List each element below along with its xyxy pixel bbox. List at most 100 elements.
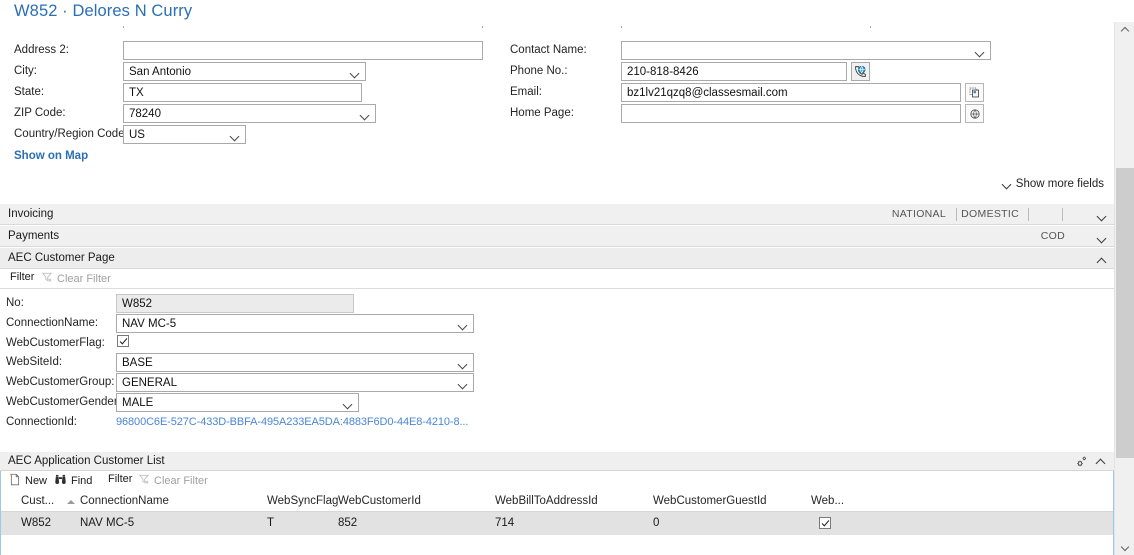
column-header-websyncflag[interactable]: WebSyncFlag <box>267 495 338 507</box>
aec-customer-page-toolbar: Filter Clear Filter <box>0 269 1114 289</box>
column-header-webcustomerguestid[interactable]: WebCustomerGuestId <box>653 495 767 507</box>
field-label: Email: <box>510 86 542 98</box>
phone-globe-icon[interactable] <box>851 62 870 81</box>
list-title: AEC Application Customer List <box>8 455 165 467</box>
contact-field-clipped[interactable] <box>621 26 871 28</box>
show-more-fields-label: Show more fields <box>1016 178 1104 190</box>
group-payments[interactable]: Payments COD <box>0 225 1114 247</box>
country-region-code-input[interactable]: US <box>123 125 246 144</box>
field-label: Contact Name: <box>510 44 587 56</box>
new-button[interactable]: New <box>9 473 47 489</box>
vertical-scrollbar[interactable] <box>1114 22 1134 555</box>
city-input[interactable]: San Antonio <box>123 62 366 81</box>
group-tag-domestic: DOMESTIC <box>961 208 1019 220</box>
list-chevron-up-icon[interactable] <box>1097 458 1104 470</box>
field-label: Address 2: <box>14 44 69 56</box>
clipped-label <box>516 26 519 32</box>
field-state: State: TX <box>14 83 494 103</box>
web-site-id-input[interactable]: BASE <box>116 353 474 372</box>
web-customer-gender-input[interactable]: MALE <box>116 393 359 412</box>
web-customer-group-input[interactable]: GENERAL <box>116 373 474 392</box>
find-button[interactable]: Find <box>54 473 92 488</box>
field-no: No: W852 <box>6 294 486 314</box>
cell-web-customer-id: 852 <box>338 517 357 529</box>
field-label: Phone No.: <box>510 65 568 77</box>
group-invoicing[interactable]: Invoicing NATIONAL DOMESTIC <box>0 203 1114 225</box>
field-home-page: Home Page: <box>510 104 1010 124</box>
field-connection-name: ConnectionName: NAV MC-5 <box>6 314 486 334</box>
gear-icon[interactable] <box>1075 455 1088 471</box>
group-chevron-down-icon[interactable] <box>1098 211 1105 223</box>
field-label: City: <box>14 65 37 77</box>
scrollbar-thumb[interactable] <box>1116 168 1134 458</box>
new-label: New <box>25 475 47 487</box>
scroll-down-arrow-icon[interactable] <box>1115 538 1134 555</box>
column-header-webbilltoaddressid[interactable]: WebBillToAddressId <box>495 495 598 507</box>
field-label: State: <box>14 86 44 98</box>
cell-connection-name: NAV MC-5 <box>80 517 134 529</box>
cell-cust: W852 <box>21 517 51 529</box>
clear-filter-label: Clear Filter <box>57 273 111 285</box>
list-filter-button[interactable]: Filter <box>108 473 132 485</box>
group-chevron-up-icon[interactable] <box>1098 257 1105 269</box>
column-header-cust[interactable]: Cust... <box>21 495 54 507</box>
field-web-customer-group: WebCustomerGroup: GENERAL <box>6 373 486 393</box>
address-2-input[interactable] <box>123 41 483 60</box>
home-page-input[interactable] <box>621 104 961 123</box>
field-country-region-code: Country/Region Code: US <box>14 125 494 145</box>
new-page-icon <box>9 473 21 489</box>
state-input[interactable]: TX <box>123 83 362 102</box>
cell-web-bill-to-address-id: 714 <box>495 517 514 529</box>
group-tag-national: NATIONAL <box>892 208 946 220</box>
cell-web-customer-guest-id: 0 <box>653 517 659 529</box>
field-web-customer-flag: WebCustomerFlag: <box>6 334 486 354</box>
group-chevron-down-icon[interactable] <box>1098 233 1105 245</box>
field-label: ConnectionId: <box>6 416 77 428</box>
aec-application-customer-list: AEC Application Customer List <box>0 452 1114 555</box>
show-more-fields-button[interactable]: Show more fields <box>1003 178 1104 190</box>
clear-filter-label: Clear Filter <box>154 475 208 487</box>
contact-name-input[interactable] <box>621 41 991 60</box>
address-1-field-clipped[interactable] <box>123 26 483 28</box>
field-label: Country/Region Code: <box>14 128 128 140</box>
group-title: Payments <box>8 230 59 242</box>
cell-web-flag-checkbox[interactable] <box>819 517 831 529</box>
field-email: Email: bz1lv21qzq8@classesmail.com <box>510 83 1010 103</box>
group-tag-separator <box>1028 208 1029 221</box>
group-title: Invoicing <box>8 208 53 220</box>
field-phone-no: Phone No.: 210-818-8426 <box>510 62 1010 82</box>
field-label: WebCustomerFlag: <box>6 337 105 349</box>
globe-icon[interactable] <box>965 104 984 123</box>
cell-web-sync-flag: T <box>267 517 274 529</box>
zip-code-input[interactable]: 78240 <box>123 104 376 123</box>
chevron-down-icon <box>1001 179 1011 189</box>
group-tag-separator <box>1062 208 1063 221</box>
column-header-web[interactable]: Web... <box>811 495 844 507</box>
copy-pages-icon[interactable] <box>965 83 984 102</box>
page-title: W852 · Delores N Curry <box>14 2 192 21</box>
email-input[interactable]: bz1lv21qzq8@classesmail.com <box>621 83 961 102</box>
field-web-customer-gender: WebCustomerGender: MALE <box>6 393 486 413</box>
filter-label: Filter <box>10 271 34 283</box>
table-row[interactable]: W852 NAV MC-5 T 852 714 0 <box>1 512 1113 535</box>
empty-row <box>1 535 1113 555</box>
clear-filter-button[interactable]: Clear Filter <box>41 271 111 286</box>
connection-name-input[interactable]: NAV MC-5 <box>116 314 474 333</box>
no-input[interactable]: W852 <box>116 294 354 313</box>
show-on-map-link[interactable]: Show on Map <box>14 150 88 162</box>
web-customer-flag-checkbox[interactable] <box>117 335 129 347</box>
scroll-up-arrow-icon[interactable] <box>1115 22 1134 39</box>
group-aec-customer-page[interactable]: AEC Customer Page <box>0 247 1114 269</box>
connection-id-link[interactable]: 96800C6E-527C-433D-BBFA-495A233EA5DA:488… <box>116 416 468 428</box>
list-clear-filter-button[interactable]: Clear Filter <box>138 473 208 488</box>
field-connection-id: ConnectionId: 96800C6E-527C-433D-BBFA-49… <box>6 413 486 433</box>
list-toolbar: New Find <box>1 471 1113 491</box>
list-header-bar[interactable]: AEC Application Customer List <box>0 452 1114 471</box>
column-header-connectionname[interactable]: ConnectionName <box>80 495 169 507</box>
column-header-webcustomerid[interactable]: WebCustomerId <box>338 495 421 507</box>
filter-button[interactable]: Filter <box>10 271 34 283</box>
phone-no-input[interactable]: 210-818-8426 <box>621 62 847 81</box>
content-viewport: Address 2: City: San Antonio State: TX Z… <box>0 26 1114 555</box>
list-column-headers: Cust... ConnectionName WebSyncFlag WebCu… <box>1 491 1113 512</box>
field-city: City: San Antonio <box>14 62 494 82</box>
